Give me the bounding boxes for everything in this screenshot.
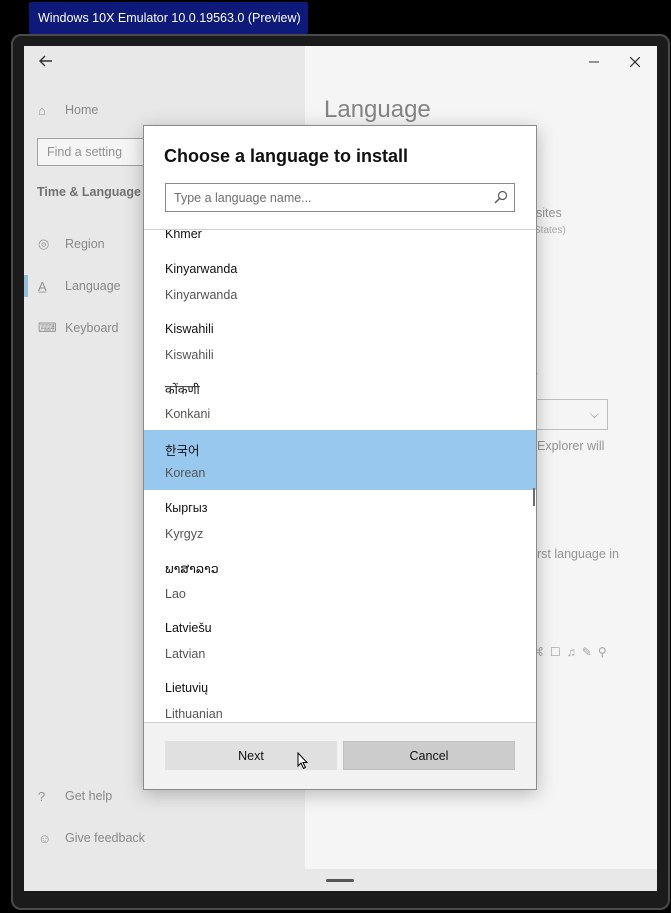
language-english-name: Lao bbox=[165, 587, 186, 601]
language-search-box[interactable] bbox=[165, 183, 515, 212]
language-english-name: Kiswahili bbox=[165, 348, 214, 362]
device-bottom-bar bbox=[24, 869, 657, 891]
mouse-cursor-icon bbox=[297, 752, 309, 770]
language-native-name: Кыргыз bbox=[165, 501, 208, 515]
choose-language-dialog: Choose a language to install Khmer Kinya… bbox=[143, 125, 537, 790]
language-english-name: Korean bbox=[165, 466, 206, 480]
language-search-input[interactable] bbox=[166, 184, 476, 211]
dialog-title: Choose a language to install bbox=[164, 146, 409, 166]
cancel-button[interactable]: Cancel bbox=[343, 741, 515, 770]
language-english-name: Lithuanian bbox=[165, 707, 223, 721]
language-item[interactable]: Kiswahili Kiswahili bbox=[144, 312, 536, 372]
dialog-footer: Next Cancel bbox=[144, 723, 536, 789]
language-item[interactable]: ພາສາລາວ Lao bbox=[144, 551, 536, 611]
emulator-title: Windows 10X Emulator 10.0.19563.0 (Previ… bbox=[38, 11, 301, 25]
language-native-name: कोंकणी bbox=[165, 383, 200, 397]
language-item[interactable]: Latviešu Latvian bbox=[144, 611, 536, 671]
language-native-name: ພາສາລາວ bbox=[165, 562, 219, 576]
language-native-name: Kinyarwanda bbox=[165, 262, 238, 276]
language-english-name: Konkani bbox=[165, 407, 211, 421]
scrollbar-thumb[interactable] bbox=[533, 488, 535, 506]
emulator-title-tab: Windows 10X Emulator 10.0.19563.0 (Previ… bbox=[29, 2, 308, 34]
language-english-name: Latvian bbox=[165, 647, 206, 661]
language-item[interactable]: Lietuvių Lithuanian bbox=[144, 671, 536, 722]
language-item[interactable]: Kinyarwanda Kinyarwanda bbox=[144, 252, 536, 312]
language-native-name: Lietuvių bbox=[165, 681, 209, 695]
language-native-name: Khmer bbox=[165, 230, 202, 241]
next-button[interactable]: Next bbox=[165, 741, 337, 770]
language-item[interactable]: Кыргыз Kyrgyz bbox=[144, 491, 536, 551]
language-native-name: 한국어 bbox=[165, 444, 200, 458]
language-item[interactable]: कोंकणी Konkani bbox=[144, 371, 536, 431]
language-english-name: Kyrgyz bbox=[165, 527, 204, 541]
language-english-name: Kinyarwanda bbox=[165, 288, 238, 302]
language-item-selected[interactable]: 한국어 Korean bbox=[144, 430, 536, 490]
gesture-handle[interactable] bbox=[326, 879, 354, 882]
search-icon[interactable] bbox=[494, 190, 508, 204]
language-native-name: Kiswahili bbox=[165, 322, 214, 336]
language-native-name: Latviešu bbox=[165, 621, 212, 635]
language-list[interactable]: Khmer Kinyarwanda Kinyarwanda Kiswahili … bbox=[144, 230, 536, 722]
